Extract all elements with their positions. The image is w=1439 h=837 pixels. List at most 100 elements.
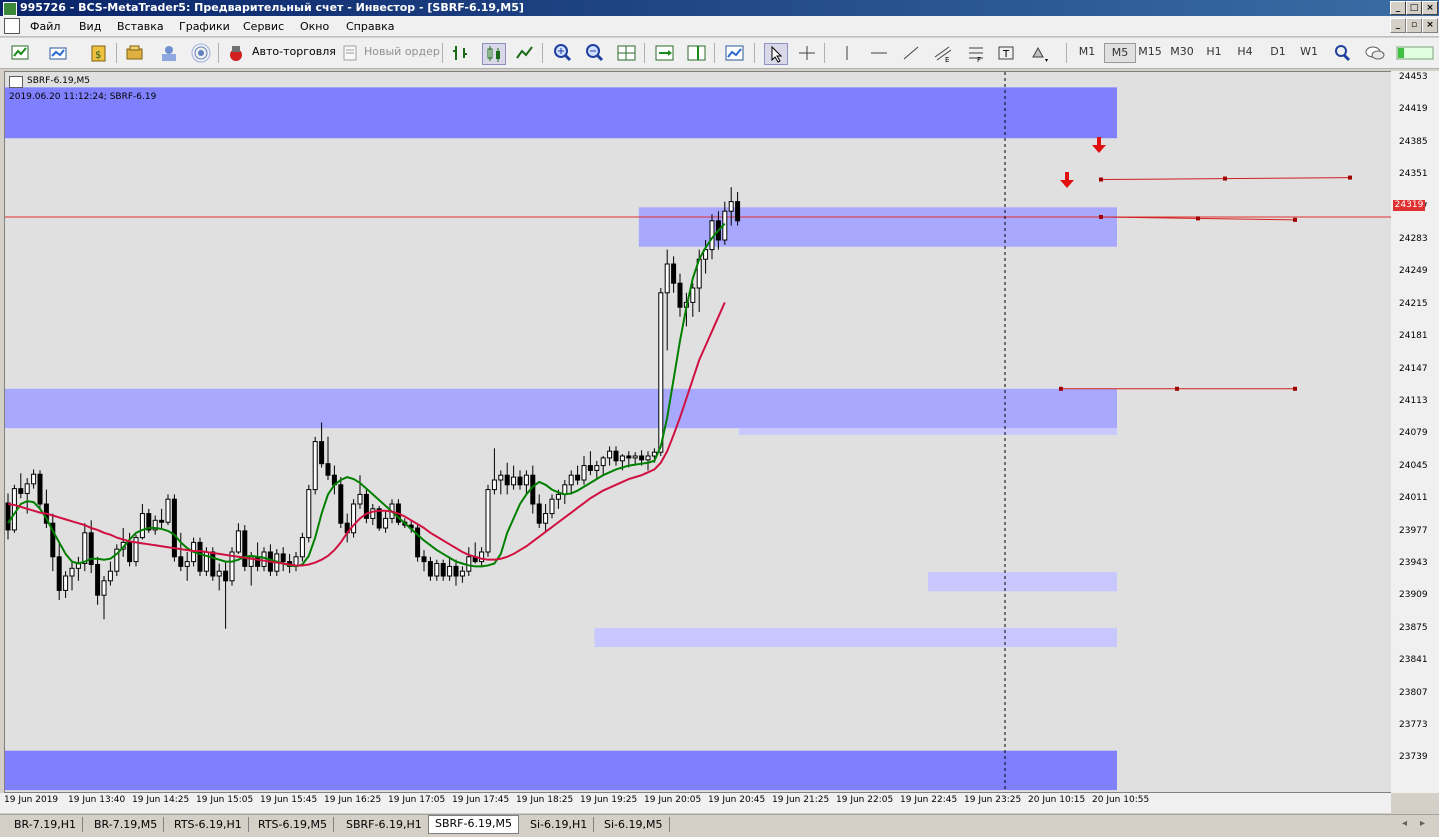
candle-bull	[543, 513, 549, 524]
doc-restore-button[interactable]: ▫	[1406, 18, 1422, 33]
candle-bull	[594, 465, 600, 471]
chart-tabs: BR-7.19,H1 BR-7.19,M5 RTS-6.19,H1 RTS-6.…	[0, 814, 1439, 837]
channels-icon[interactable]: E	[932, 43, 954, 63]
candle-bull	[11, 488, 17, 531]
timeframe-m30[interactable]: M30	[1167, 45, 1197, 58]
chart-symbol-label: SBRF-6.19,M5	[27, 76, 90, 86]
menu-file[interactable]: Файл	[30, 20, 60, 33]
new-order-icon[interactable]	[340, 43, 362, 63]
fibonacci-icon[interactable]: F	[966, 43, 988, 63]
tab-br-h1[interactable]: BR-7.19,H1	[8, 817, 83, 832]
x-tick-label: 19 Jun 15:45	[260, 795, 318, 805]
timeframe-m5[interactable]: M5	[1104, 43, 1136, 63]
bar-chart-icon[interactable]	[450, 43, 472, 63]
trend-line-icon[interactable]	[900, 43, 922, 63]
time-axis[interactable]: 19 Jun 2019 19 Jun 13:40 19 Jun 14:25 19 Ju…	[0, 793, 1391, 813]
autotrade-icon[interactable]	[226, 43, 248, 63]
chat-icon[interactable]	[1364, 43, 1386, 63]
timeframe-m15[interactable]: M15	[1135, 45, 1165, 58]
candle-bull	[299, 537, 305, 558]
level-marker	[1099, 177, 1103, 182]
candle-bear	[735, 201, 741, 222]
tab-sbrf-h1[interactable]: SBRF-6.19,H1	[340, 817, 429, 832]
navigator-icon[interactable]	[124, 43, 146, 63]
timeframe-h4[interactable]: H4	[1230, 45, 1260, 58]
candle-bear	[5, 502, 11, 531]
candle-bull	[568, 474, 574, 486]
candle-bear	[210, 551, 216, 577]
candle-bear	[178, 556, 184, 567]
chart-doc-icon[interactable]	[4, 18, 20, 34]
tab-rts-h1[interactable]: RTS-6.19,H1	[168, 817, 249, 832]
close-button[interactable]: ×	[1422, 1, 1438, 15]
tab-si-m5[interactable]: Si-6.19,M5	[598, 817, 670, 832]
shapes-icon[interactable]	[1028, 43, 1050, 63]
title-bar: 995726 - BCS-MetaTrader5: Предварительны…	[0, 0, 1439, 16]
candle-bull	[632, 455, 638, 459]
minimize-button[interactable]: _	[1390, 1, 1406, 15]
tab-br-m5[interactable]: BR-7.19,M5	[88, 817, 165, 832]
vertical-line-icon[interactable]	[836, 43, 858, 63]
indicators-icon[interactable]	[724, 43, 746, 63]
candlestick-chart-icon[interactable]	[482, 43, 506, 65]
x-tick-label: 20 Jun 10:55	[1092, 795, 1150, 805]
chart-shift-icon[interactable]	[686, 43, 708, 63]
x-tick-label: 19 Jun 21:25	[772, 795, 830, 805]
timeframe-m1[interactable]: M1	[1072, 45, 1102, 58]
zoom-in-icon[interactable]	[552, 43, 574, 63]
chart-window-icon[interactable]	[9, 76, 23, 88]
menu-tools[interactable]: Сервис	[243, 20, 284, 33]
app-icon	[3, 2, 17, 16]
doc-close-button[interactable]: ×	[1422, 18, 1438, 33]
timeframe-w1[interactable]: W1	[1294, 45, 1324, 58]
zoom-out-icon[interactable]	[584, 43, 606, 63]
crosshair-icon[interactable]	[796, 43, 818, 63]
menu-charts[interactable]: Графики	[179, 20, 230, 33]
new-order-label[interactable]: Новый ордер	[364, 45, 440, 58]
new-chart-icon[interactable]	[10, 43, 32, 63]
candle-bull	[491, 479, 497, 491]
timeframe-h1[interactable]: H1	[1199, 45, 1229, 58]
text-label-icon[interactable]: T	[996, 43, 1018, 63]
menu-help[interactable]: Справка	[346, 20, 394, 33]
chart-canvas[interactable]	[5, 72, 1391, 792]
level-marker	[1099, 214, 1103, 219]
x-tick-label: 19 Jun 20:05	[644, 795, 702, 805]
horizontal-line-icon[interactable]	[868, 43, 890, 63]
timeframe-d1[interactable]: D1	[1263, 45, 1293, 58]
y-tick-label: 23807	[1399, 687, 1428, 698]
candle-bear	[587, 465, 593, 471]
price-chart[interactable]: SBRF-6.19,M5 2019.06.20 11:12:24; SBRF-6…	[4, 71, 1392, 793]
tab-si-h1[interactable]: Si-6.19,H1	[524, 817, 595, 832]
tile-windows-icon[interactable]	[616, 43, 638, 63]
current-price-tag: 24319	[1393, 200, 1425, 211]
cursor-icon[interactable]	[764, 43, 788, 65]
level-marker	[1293, 386, 1297, 391]
candle-bull	[690, 287, 696, 303]
autoscroll-icon[interactable]	[654, 43, 676, 63]
maximize-button[interactable]: □	[1406, 1, 1422, 15]
candle-bull	[645, 455, 651, 461]
autotrade-label[interactable]: Авто-торговля	[252, 45, 336, 58]
tab-rts-m5[interactable]: RTS-6.19,M5	[252, 817, 334, 832]
menu-insert[interactable]: Вставка	[117, 20, 164, 33]
toolbox-icon[interactable]	[158, 43, 180, 63]
signals-icon[interactable]	[190, 43, 212, 63]
toolbar: $ Авто-торговля Новый ордер E F T M1 M5 …	[0, 38, 1439, 69]
tab-sbrf-m5[interactable]: SBRF-6.19,M5	[428, 815, 519, 834]
doc-minimize-button[interactable]: _	[1390, 18, 1406, 33]
market-watch-icon[interactable]: $	[88, 43, 110, 63]
line-chart-icon[interactable]	[514, 43, 536, 63]
menu-view[interactable]: Вид	[79, 20, 101, 33]
candle-bull	[351, 503, 357, 534]
tabs-scroll-left-icon[interactable]: ◂	[1402, 818, 1407, 829]
menu-window[interactable]: Окно	[300, 20, 329, 33]
profiles-icon[interactable]	[48, 43, 70, 63]
tabs-scroll-right-icon[interactable]: ▸	[1420, 818, 1425, 829]
y-tick-label: 24079	[1399, 428, 1428, 439]
y-tick-label: 24181	[1399, 331, 1428, 342]
y-tick-label: 24113	[1399, 396, 1428, 406]
level-marker	[1293, 217, 1297, 222]
price-axis[interactable]: 2445324419243852435124317242832424924215…	[1391, 71, 1439, 793]
search-icon[interactable]	[1332, 43, 1354, 63]
